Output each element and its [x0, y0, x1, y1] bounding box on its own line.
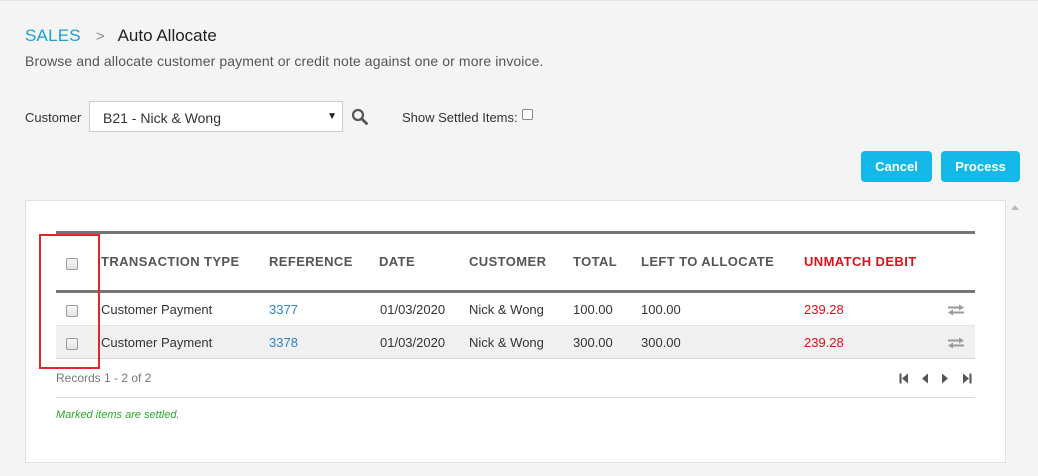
table-header-border — [56, 290, 975, 293]
cell-date: 01/03/2020 — [380, 335, 446, 350]
table-bottom-border — [56, 358, 975, 359]
search-icon[interactable] — [351, 108, 368, 125]
cell-total: 100.00 — [573, 302, 613, 317]
header-left-to-allocate[interactable]: LEFT TO ALLOCATE — [641, 254, 774, 269]
cell-reference-link[interactable]: 3377 — [269, 302, 298, 317]
cancel-button[interactable]: Cancel — [861, 151, 932, 182]
cell-left-to-allocate: 300.00 — [641, 335, 681, 350]
cell-total: 300.00 — [573, 335, 613, 350]
header-transaction-type[interactable]: TRANSACTION TYPE — [101, 254, 240, 269]
breadcrumb: SALES > Auto Allocate — [25, 26, 217, 46]
cell-reference-link[interactable]: 3378 — [269, 335, 298, 350]
header-customer[interactable]: CUSTOMER — [469, 254, 546, 269]
customer-select[interactable]: B21 - Nick & Wong ▼ — [89, 101, 343, 132]
checkbox-column-highlight — [39, 234, 100, 369]
header-reference[interactable]: REFERENCE — [269, 254, 353, 269]
page-title: Auto Allocate — [117, 26, 217, 45]
customer-label: Customer — [25, 110, 82, 125]
process-button[interactable]: Process — [941, 151, 1020, 182]
breadcrumb-sales-link[interactable]: SALES — [25, 26, 81, 46]
header-unmatch-debit[interactable]: UNMATCH DEBIT — [804, 254, 917, 269]
settled-note: Marked items are settled. — [56, 409, 180, 421]
cell-date: 01/03/2020 — [380, 302, 446, 317]
records-count: Records 1 - 2 of 2 — [56, 371, 152, 385]
cell-customer: Nick & Wong — [469, 302, 544, 317]
scrollbar[interactable] — [1008, 200, 1022, 476]
cell-transaction-type: Customer Payment — [101, 302, 213, 317]
customer-select-value: B21 - Nick & Wong — [103, 110, 222, 126]
next-page-icon[interactable] — [940, 373, 950, 384]
prev-page-icon[interactable] — [920, 373, 930, 384]
cell-unmatch-debit: 239.28 — [804, 335, 844, 350]
top-border — [0, 0, 1038, 1]
header-total[interactable]: TOTAL — [573, 254, 617, 269]
table-top-border — [56, 231, 975, 234]
cell-left-to-allocate: 100.00 — [641, 302, 681, 317]
cell-customer: Nick & Wong — [469, 335, 544, 350]
show-settled-label: Show Settled Items: — [402, 110, 518, 125]
page-subtitle: Browse and allocate customer payment or … — [25, 53, 544, 69]
swap-icon[interactable] — [947, 337, 965, 349]
scroll-up-arrow-icon[interactable] — [1011, 205, 1019, 210]
header-date[interactable]: DATE — [379, 254, 415, 269]
caret-down-icon: ▼ — [327, 111, 337, 122]
last-page-icon[interactable] — [962, 373, 972, 384]
footer-divider — [56, 397, 975, 398]
breadcrumb-separator: > — [95, 27, 105, 45]
first-page-icon[interactable] — [899, 373, 909, 384]
cell-unmatch-debit: 239.28 — [804, 302, 844, 317]
cell-transaction-type: Customer Payment — [101, 335, 213, 350]
show-settled-checkbox[interactable] — [522, 109, 533, 120]
swap-icon[interactable] — [947, 304, 965, 316]
